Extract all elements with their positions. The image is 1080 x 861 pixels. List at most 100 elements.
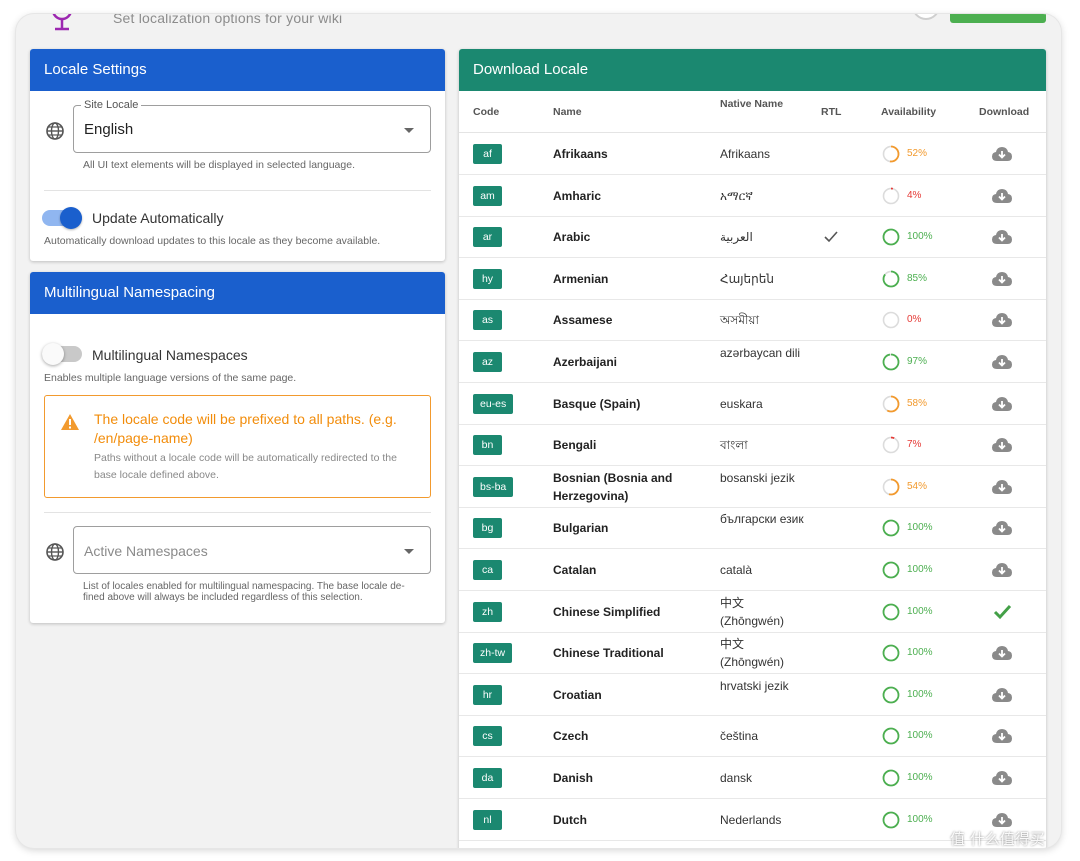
locale-code-chip: ar <box>473 227 502 248</box>
availability-percent: 100% <box>907 647 933 659</box>
cloud-download-icon[interactable] <box>991 686 1013 704</box>
column-name[interactable]: Name <box>553 106 582 118</box>
table-row: az Azerbaijani azərbaycan dili 97% <box>459 341 1046 383</box>
locale-name: Dutch <box>553 812 587 827</box>
table-row: zh-tw Chinese Traditional 中文 (Zhōngwén) 100… <box>459 632 1046 675</box>
alert-body: Paths without a locale code will be auto… <box>94 452 397 481</box>
locale-code-chip: am <box>473 185 502 206</box>
locale-native-name: hrvatski jezik <box>720 678 789 693</box>
locale-code-chip: hy <box>473 268 502 289</box>
cloud-download-icon[interactable] <box>991 769 1013 787</box>
cloud-download-icon[interactable] <box>991 270 1013 288</box>
column-availability[interactable]: Availability <box>881 106 936 118</box>
locale-name: Afrikaans <box>553 147 608 161</box>
globe-icon <box>46 543 64 561</box>
availability-ring-icon <box>882 519 900 537</box>
availability-percent: 58% <box>907 397 928 409</box>
locale-name: Assamese <box>553 313 613 328</box>
locale-name: Basque (Spain) <box>553 396 641 411</box>
locale-table-header: Code Name Native Name RTL Availability D… <box>459 91 1046 133</box>
watermark: 值 什么值得买 <box>950 830 1045 848</box>
availability-percent: 0% <box>907 314 922 326</box>
availability-ring-icon <box>882 395 900 412</box>
column-rtl[interactable]: RTL <box>821 106 841 118</box>
app-window: Set localization options for your wiki L… <box>16 14 1061 848</box>
locale-code-chip: nl <box>473 809 502 830</box>
availability-ring-icon <box>882 187 900 204</box>
multilingual-namespaces-toggle[interactable] <box>42 343 82 365</box>
cloud-download-icon[interactable] <box>991 436 1013 454</box>
help-button[interactable] <box>912 14 940 20</box>
rtl-check-icon <box>824 231 838 243</box>
availability-ring-icon <box>882 561 900 579</box>
chevron-down-icon <box>404 549 414 554</box>
table-row: zh Chinese Simplified 中文 (Zhōngwén) 100% <box>459 591 1046 633</box>
locale-native-name: български език <box>720 512 804 527</box>
column-download[interactable]: Download <box>979 106 1029 118</box>
availability-percent: 100% <box>907 688 933 700</box>
active-namespaces-hint: List of locales enabled for multilingual… <box>83 581 405 603</box>
locale-name: Azerbaijani <box>553 355 618 369</box>
locale-native-name: 中文 (Zhōngwén) <box>720 595 785 628</box>
locale-code-chip: da <box>473 768 502 788</box>
cloud-download-icon[interactable] <box>991 145 1013 163</box>
cloud-download-icon[interactable] <box>991 187 1013 205</box>
locale-name: Bosnian (Bosnia and Herzegovina) <box>553 470 673 503</box>
availability-ring-icon <box>882 811 900 828</box>
site-locale-value: English <box>84 121 134 138</box>
availability-percent: 100% <box>907 772 933 783</box>
locale-native-name: azərbaycan dili <box>720 346 801 360</box>
availability-percent: 7% <box>907 439 922 451</box>
multilingual-namespacing-card: Multilingual Namespacing Multilingual Na… <box>30 272 445 623</box>
site-locale-select[interactable]: Site Locale English <box>73 99 431 153</box>
column-code[interactable]: Code <box>473 106 499 118</box>
locale-native-name: العربية <box>720 230 753 245</box>
table-row: as Assamese অসমীয়া 0% <box>459 299 1046 342</box>
locale-code-chip: eu-es <box>473 393 514 414</box>
availability-ring-icon <box>882 145 900 163</box>
cloud-download-icon[interactable] <box>991 519 1013 537</box>
availability-percent: 100% <box>907 605 933 617</box>
availability-percent: 85% <box>907 272 928 284</box>
availability-ring-icon <box>882 311 900 329</box>
availability-percent: 100% <box>907 730 933 742</box>
cloud-download-icon[interactable] <box>991 811 1013 829</box>
cloud-download-icon[interactable] <box>991 644 1013 662</box>
installed-check-icon[interactable] <box>991 603 1013 621</box>
locale-native-name: català <box>720 563 753 577</box>
availability-percent: 100% <box>907 522 933 534</box>
locale-code-chip: as <box>473 310 502 331</box>
cloud-download-icon[interactable] <box>991 478 1013 496</box>
download-locale-title: Download Locale <box>459 49 1046 91</box>
cloud-download-icon[interactable] <box>991 311 1013 329</box>
path-prefix-alert: The locale code will be prefixed to all … <box>44 395 431 498</box>
locale-code-chip: bs-ba <box>473 476 514 497</box>
locale-native-name: Nederlands <box>720 812 782 827</box>
cloud-download-icon[interactable] <box>991 228 1013 246</box>
locale-native-name: አማርኛ <box>720 188 753 203</box>
table-row: hr Croatian hrvatski jezik 100% <box>459 674 1046 716</box>
alert-title: The locale code will be prefixed to all … <box>94 411 397 446</box>
cloud-download-icon[interactable] <box>991 353 1013 371</box>
localization-logo-icon <box>52 14 72 31</box>
cloud-download-icon[interactable] <box>991 395 1013 413</box>
cloud-download-icon[interactable] <box>991 561 1013 579</box>
cloud-download-icon[interactable] <box>991 727 1013 745</box>
active-namespaces-select[interactable]: Active Namespaces <box>73 526 431 574</box>
availability-ring-icon <box>882 270 900 288</box>
availability-percent: 97% <box>907 356 928 367</box>
locale-code-chip: cs <box>473 726 502 747</box>
locale-native-name: Հայերեն <box>720 271 774 286</box>
availability-percent: 54% <box>907 480 928 492</box>
locale-native-name: bosanski jezik <box>720 470 795 485</box>
locale-code-chip: bn <box>473 435 502 456</box>
table-row: ca Catalan català 100% <box>459 549 1046 591</box>
availability-ring-icon <box>882 436 900 454</box>
multilingual-namespaces-label: Multilingual Namespaces <box>92 347 248 363</box>
update-automatically-toggle[interactable] <box>42 207 82 229</box>
apply-button[interactable] <box>950 14 1046 23</box>
availability-ring-icon <box>882 478 900 496</box>
table-row: bn Bengali বাংলা 7% <box>459 424 1046 467</box>
download-locale-card: Download Locale Code Name Native Name RT… <box>459 49 1046 848</box>
column-native-name[interactable]: Native Name <box>720 98 783 110</box>
